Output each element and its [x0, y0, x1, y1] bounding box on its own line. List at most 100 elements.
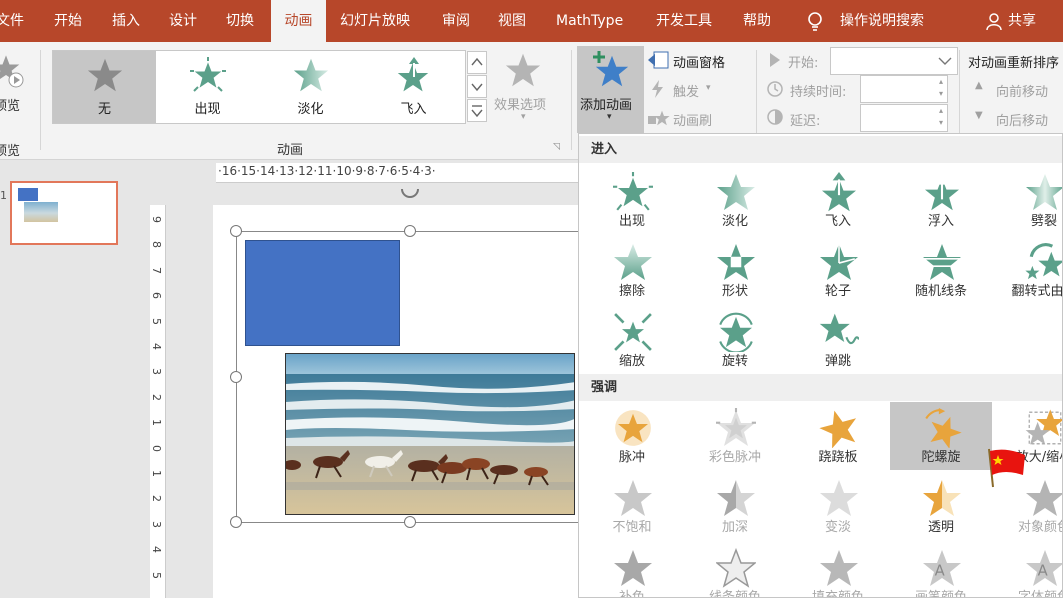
preview-button-label[interactable]: 预览: [0, 95, 20, 114]
ruler-number: 1: [150, 419, 163, 427]
blue-rectangle-shape[interactable]: [245, 240, 400, 346]
effect-zoom[interactable]: 缩放: [581, 306, 683, 374]
effect-appear[interactable]: 出现: [581, 166, 683, 234]
resize-handle[interactable]: [230, 516, 242, 528]
effect-wheel[interactable]: 轮子: [787, 236, 889, 304]
effect-line-color[interactable]: 线条颜色: [684, 542, 786, 598]
effect-pulse[interactable]: 脉冲: [581, 402, 683, 470]
effect-darken[interactable]: 加深: [684, 472, 786, 540]
tab-transitions[interactable]: 切换: [226, 0, 254, 42]
effect-bounce[interactable]: 弹跳: [787, 306, 889, 374]
effect-lighten[interactable]: 变淡: [787, 472, 889, 540]
effect-label: 旋转: [721, 354, 748, 369]
effect-label: 飞入: [824, 214, 851, 229]
effect-options-icon[interactable]: [505, 52, 543, 88]
tab-insert[interactable]: 插入: [112, 0, 140, 42]
tab-slideshow[interactable]: 幻灯片放映: [340, 0, 410, 42]
entrance-section-header: 进入: [579, 136, 1062, 163]
tab-view[interactable]: 视图: [498, 0, 526, 42]
gallery-scroll-up[interactable]: [467, 51, 487, 74]
star-wheel-icon: [820, 244, 858, 280]
dialog-launcher-icon[interactable]: ◹: [553, 142, 560, 152]
add-animation-icon: [593, 51, 629, 87]
tab-home[interactable]: 开始: [54, 0, 82, 42]
resize-handle[interactable]: [404, 516, 416, 528]
ruler-number: 3: [150, 368, 163, 376]
effect-fly-in[interactable]: 飞入: [787, 166, 889, 234]
gallery-item-appear[interactable]: 出现: [156, 51, 259, 123]
effect-label: 弹跳: [824, 354, 851, 369]
delay-spinner[interactable]: ▴ ▾: [860, 104, 948, 132]
svg-text:A: A: [1038, 562, 1048, 579]
animation-painter-icon[interactable]: [648, 108, 670, 128]
effect-transparency[interactable]: 透明: [890, 472, 992, 540]
animation-pane-icon[interactable]: [648, 50, 670, 70]
effect-shape[interactable]: 形状: [684, 236, 786, 304]
effect-complementary-color[interactable]: 补色: [581, 542, 683, 598]
tab-developer[interactable]: 开发工具: [656, 0, 712, 42]
thumbnail-shape: [18, 188, 38, 201]
effect-label: 线条颜色: [708, 590, 761, 598]
effect-label: 淡化: [721, 214, 748, 229]
tab-help[interactable]: 帮助: [743, 0, 771, 42]
effect-split[interactable]: 劈裂: [993, 166, 1062, 234]
resize-handle[interactable]: [230, 371, 242, 383]
slide-canvas[interactable]: [213, 188, 583, 598]
gallery-item-none[interactable]: 无: [53, 51, 156, 123]
effect-random-bars[interactable]: 随机线条: [890, 236, 992, 304]
tab-mathtype[interactable]: MathType: [556, 0, 623, 42]
effect-fade[interactable]: 淡化: [684, 166, 786, 234]
effect-wipe[interactable]: 擦除: [581, 236, 683, 304]
effect-swivel[interactable]: 旋转: [684, 306, 786, 374]
ribbon-separator: [40, 50, 41, 150]
effect-spin[interactable]: 陀螺旋: [890, 402, 992, 470]
effect-desaturate[interactable]: 不饱和: [581, 472, 683, 540]
effect-label: 彩色脉冲: [708, 450, 761, 465]
effect-label: 画笔颜色: [914, 590, 967, 598]
effect-teeter[interactable]: 跷跷板: [787, 402, 889, 470]
horizontal-ruler: ·16·15·14·13·12·11·10·9·8·7·6·5·4·3·: [216, 163, 580, 183]
move-later-button[interactable]: 向后移动: [996, 110, 1048, 129]
tab-design[interactable]: 设计: [169, 0, 197, 42]
rotate-handle-icon[interactable]: [397, 185, 423, 207]
tab-animations[interactable]: 动画: [271, 0, 326, 42]
lightning-icon[interactable]: [650, 80, 666, 98]
tab-file[interactable]: 文件: [0, 0, 24, 42]
animation-pane-label[interactable]: 动画窗格: [673, 52, 725, 71]
slide-thumbnail[interactable]: [10, 181, 118, 245]
effect-float-in[interactable]: 浮入: [890, 166, 992, 234]
star-fade-icon: [293, 58, 329, 92]
effect-label: 变淡: [824, 520, 851, 535]
effect-color-pulse[interactable]: 彩色脉冲: [684, 402, 786, 470]
effect-options-label[interactable]: 效果选项: [494, 94, 546, 113]
gallery-scroll-down[interactable]: [467, 75, 487, 98]
person-icon: [986, 13, 1002, 31]
preview-icon[interactable]: [0, 52, 26, 88]
ruler-ticks: ·16·15·14·13·12·11·10·9·8·7·6·5·4·3·: [218, 164, 436, 178]
effect-brush-color[interactable]: A 画笔颜色: [890, 542, 992, 598]
start-dropdown[interactable]: [830, 47, 958, 75]
share-button[interactable]: 共享: [1008, 0, 1036, 42]
arrow-down-icon: ▼: [975, 110, 983, 121]
resize-handle[interactable]: [404, 225, 416, 237]
duration-label: 持续时间:: [790, 85, 847, 100]
tell-me-search[interactable]: 操作说明搜索: [840, 0, 924, 42]
trigger-label[interactable]: 触发: [673, 81, 699, 100]
effect-grow-turn[interactable]: 翻转式由远: [993, 236, 1062, 304]
gallery-item-label: 无: [97, 102, 111, 117]
effect-label: 缩放: [618, 354, 645, 369]
gallery-item-fade[interactable]: 淡化: [259, 51, 362, 123]
gallery-more[interactable]: [467, 99, 487, 122]
tab-review[interactable]: 审阅: [442, 0, 470, 42]
effect-label: 补色: [618, 590, 645, 598]
effect-font-color[interactable]: A 字体颜色: [993, 542, 1062, 597]
ribbon-separator: [571, 50, 572, 150]
gallery-item-fly-in[interactable]: 飞入: [362, 51, 465, 123]
add-animation-button[interactable]: 添加动画 ▾: [577, 46, 644, 133]
resize-handle[interactable]: [230, 225, 242, 237]
horses-beach-image[interactable]: [285, 353, 575, 515]
animation-painter-label[interactable]: 动画刷: [673, 110, 712, 129]
effect-fill-color[interactable]: 填充颜色: [787, 542, 889, 597]
duration-spinner[interactable]: ▴ ▾: [860, 75, 948, 103]
move-earlier-button[interactable]: 向前移动: [996, 81, 1048, 100]
